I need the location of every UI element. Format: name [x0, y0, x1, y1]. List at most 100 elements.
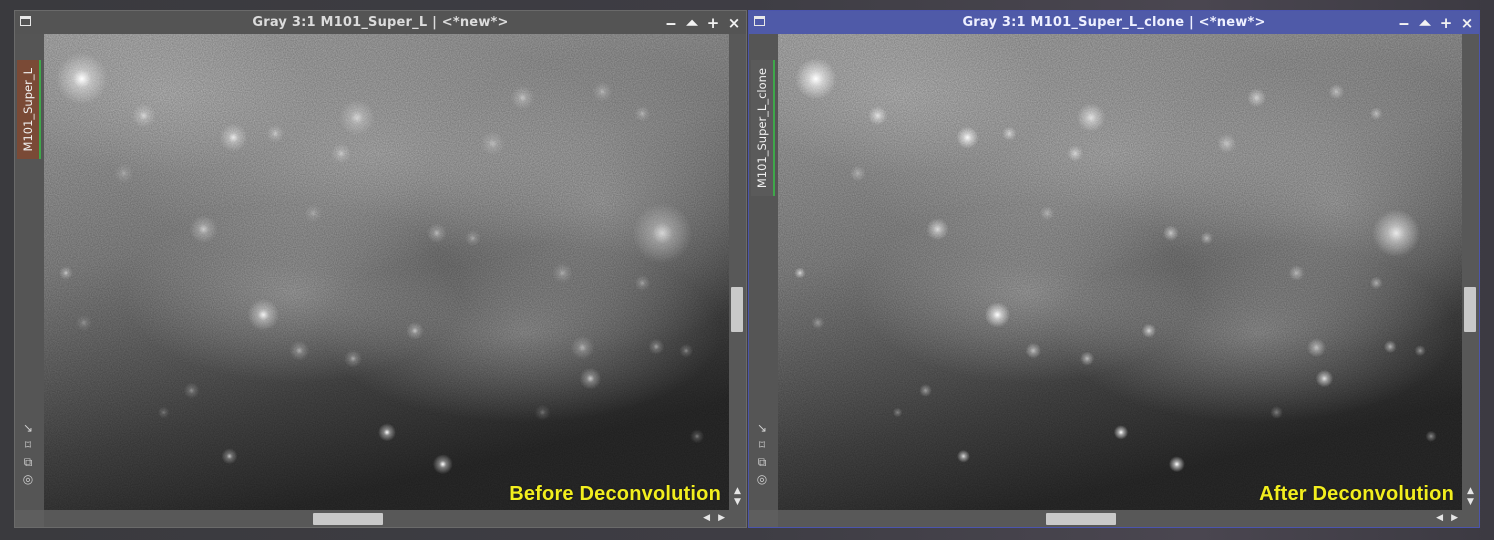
star [849, 165, 866, 182]
star [339, 99, 376, 136]
star [1425, 430, 1437, 442]
star [183, 382, 200, 399]
maximize-button[interactable]: + [705, 13, 721, 33]
star [1168, 456, 1185, 473]
target-icon[interactable]: ◎ [755, 472, 769, 486]
horizontal-scrollbar[interactable]: ◀ ▶ [778, 510, 1462, 527]
minimize-button[interactable]: ‒ [663, 13, 679, 33]
star [811, 316, 825, 330]
star [1113, 425, 1129, 440]
scroll-left-icon[interactable]: ◀ [703, 510, 710, 527]
star [679, 343, 694, 358]
clone-view-icon[interactable]: ⧉ [21, 455, 35, 469]
galaxy-image [44, 34, 729, 510]
star [189, 215, 218, 244]
star [426, 223, 447, 244]
star [868, 106, 888, 126]
vertical-scrollbar[interactable]: ▲ ▼ [1462, 34, 1479, 510]
star [1040, 206, 1055, 221]
star [1414, 345, 1426, 357]
size-grip[interactable] [729, 510, 746, 527]
horizontal-scroll-thumb[interactable] [1046, 513, 1116, 525]
star [266, 124, 285, 143]
star [795, 58, 837, 100]
star [634, 274, 651, 291]
star [1067, 145, 1084, 162]
scroll-right-icon[interactable]: ▶ [718, 510, 725, 527]
horizontal-scrollbar[interactable]: ◀ ▶ [44, 510, 729, 527]
scroll-down-icon[interactable]: ▼ [729, 497, 746, 508]
view-id-label: M101_Super_L_clone [755, 68, 769, 189]
star [552, 263, 573, 283]
zoom-to-fit-icon[interactable]: ↘ [21, 421, 35, 435]
star [221, 448, 238, 465]
star [1270, 406, 1283, 419]
view-side-bar: M101_Super_L ↘ ⌑ ⧉ ◎ [15, 34, 44, 510]
readout-icon[interactable]: ⌑ [21, 438, 35, 452]
star [634, 105, 651, 122]
star [956, 126, 979, 149]
maximize-button[interactable]: + [1438, 13, 1454, 33]
star [1369, 276, 1383, 290]
scroll-up-icon[interactable]: ▲ [729, 486, 746, 497]
title-bar[interactable]: Gray 3:1 M101_Super_L | <*new*> ‒ ⏶ + × [15, 11, 746, 34]
star [1383, 340, 1397, 354]
star [289, 340, 310, 361]
star [1217, 133, 1237, 154]
star [1247, 88, 1267, 108]
star [579, 367, 602, 390]
star [648, 338, 665, 355]
star [131, 103, 156, 128]
star [378, 423, 396, 442]
vertical-scroll-thumb[interactable] [1464, 287, 1476, 332]
title-bar[interactable]: Gray 3:1 M101_Super_L_clone | <*new*> ‒ … [749, 11, 1479, 34]
readout-icon[interactable]: ⌑ [755, 438, 769, 452]
star [1162, 225, 1179, 242]
image-view-before[interactable]: Before Deconvolution [44, 34, 729, 510]
star [592, 81, 613, 102]
close-button[interactable]: × [726, 13, 742, 33]
star [892, 407, 903, 418]
star [304, 204, 323, 223]
close-button[interactable]: × [1459, 13, 1475, 33]
clone-view-icon[interactable]: ⧉ [755, 455, 769, 469]
view-id-label: M101_Super_L [21, 68, 35, 152]
star [247, 298, 280, 331]
star [55, 52, 108, 105]
target-icon[interactable]: ◎ [21, 472, 35, 486]
star [1306, 338, 1326, 358]
view-id-tab[interactable]: M101_Super_L_clone [751, 60, 775, 197]
star [534, 404, 551, 421]
scroll-down-icon[interactable]: ▼ [1462, 497, 1479, 508]
star [1372, 209, 1421, 258]
zoom-to-fit-icon[interactable]: ↘ [755, 421, 769, 435]
vertical-scroll-thumb[interactable] [731, 287, 743, 332]
star [1328, 83, 1345, 100]
scroll-right-icon[interactable]: ▶ [1451, 510, 1458, 527]
image-window-after[interactable]: Gray 3:1 M101_Super_L_clone | <*new*> ‒ … [748, 10, 1480, 528]
image-window-before[interactable]: Gray 3:1 M101_Super_L | <*new*> ‒ ⏶ + × … [14, 10, 747, 528]
star [1141, 323, 1157, 338]
scroll-left-icon[interactable]: ◀ [1436, 510, 1443, 527]
star [75, 314, 92, 331]
scroll-up-icon[interactable]: ▲ [1462, 486, 1479, 497]
star [157, 406, 170, 419]
view-id-tab[interactable]: M101_Super_L [17, 60, 41, 160]
window-title: Gray 3:1 M101_Super_L_clone | <*new*> [962, 15, 1266, 30]
star [690, 429, 705, 444]
star [331, 143, 352, 164]
star [1200, 231, 1214, 245]
vertical-scrollbar[interactable]: ▲ ▼ [729, 34, 746, 510]
star [480, 131, 505, 156]
window-title: Gray 3:1 M101_Super_L | <*new*> [252, 15, 509, 30]
minimize-button[interactable]: ‒ [1396, 13, 1412, 33]
size-grip[interactable] [1462, 510, 1479, 527]
star [570, 335, 595, 360]
image-view-after[interactable]: After Deconvolution [778, 34, 1462, 510]
shade-button[interactable]: ⏶ [1417, 13, 1433, 33]
caption-label: Before Deconvolution [509, 483, 721, 505]
star [510, 85, 535, 110]
horizontal-scroll-thumb[interactable] [313, 513, 383, 525]
star [113, 163, 134, 184]
shade-button[interactable]: ⏶ [684, 13, 700, 33]
